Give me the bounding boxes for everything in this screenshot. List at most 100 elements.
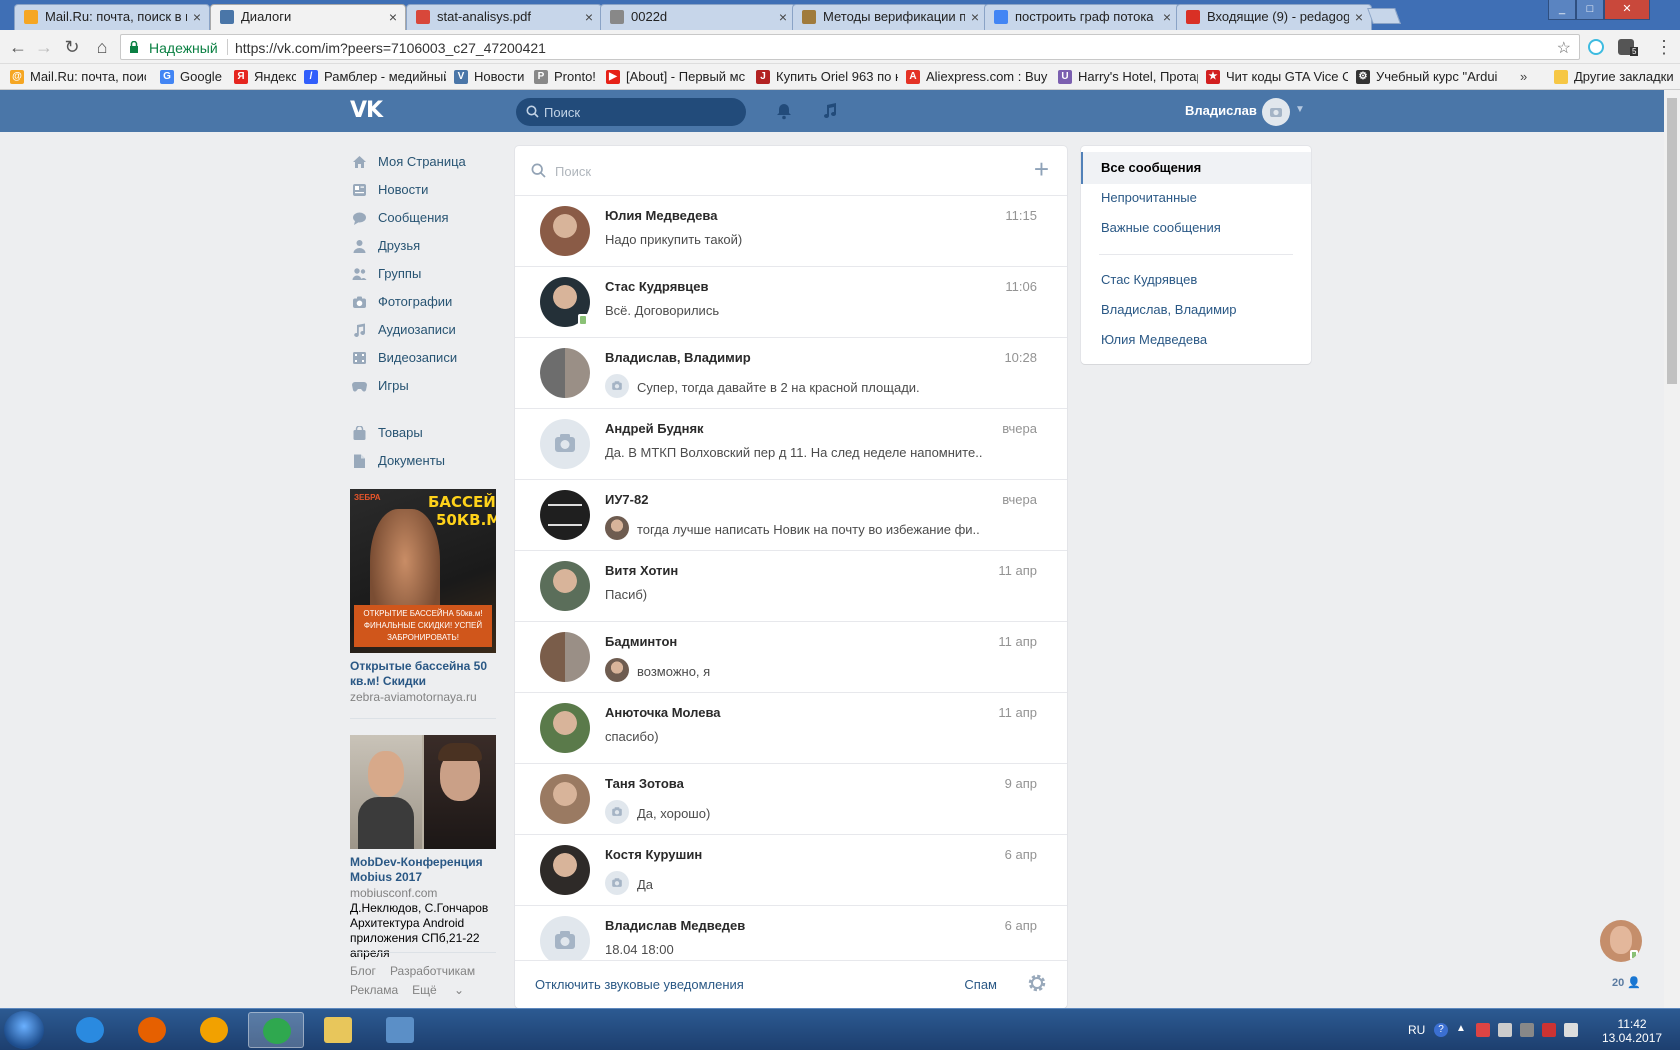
network-icon[interactable] — [1520, 1023, 1534, 1037]
bookmark-12[interactable]: ⚙ Учебный курс "Ardui — [1356, 68, 1504, 86]
bookmark-9[interactable]: A Aliexpress.com : Buy 1 — [906, 68, 1050, 86]
taskbar-app[interactable] — [372, 1012, 428, 1048]
nav-item-friends[interactable]: Друзья — [350, 232, 496, 260]
dialog-row[interactable]: Витя Хотин 11 апр Пасиб) — [515, 551, 1067, 622]
close-icon[interactable]: × — [1163, 5, 1171, 29]
windows-start-icon[interactable] — [4, 1011, 44, 1049]
chat-widget-avatar[interactable] — [1600, 920, 1642, 962]
dialog-search[interactable]: + — [515, 146, 1067, 196]
volume-icon[interactable] — [1564, 1023, 1578, 1037]
mute-notifications-link[interactable]: Отключить звуковые уведомления — [535, 977, 744, 992]
tab-7[interactable]: Входящие (9) - pedagog × — [1176, 4, 1372, 30]
bookmark-star-icon[interactable]: ☆ — [1557, 38, 1571, 58]
flag-icon[interactable] — [1542, 1023, 1556, 1037]
avatar[interactable] — [540, 490, 590, 540]
tab-3[interactable]: stat-analisys.pdf × — [406, 4, 602, 30]
nav-item-audio[interactable]: Аудиозаписи — [350, 316, 496, 344]
dialog-row[interactable]: Бадминтон 11 апр возможно, я — [515, 622, 1067, 693]
nav-item-messages[interactable]: Сообщения — [350, 204, 496, 232]
tray-error-icon[interactable] — [1476, 1023, 1490, 1037]
nav-item-video[interactable]: Видеозаписи — [350, 344, 496, 372]
nav-item-groups[interactable]: Группы — [350, 260, 496, 288]
taskbar-app[interactable] — [186, 1012, 242, 1048]
browser-menu-icon[interactable]: ⋮ — [1654, 37, 1674, 57]
avatar[interactable] — [1262, 98, 1290, 126]
bookmark-1[interactable]: @ Mail.Ru: почта, поиск — [10, 68, 146, 86]
back-icon[interactable]: ← — [8, 37, 28, 57]
forward-icon[interactable]: → — [34, 37, 54, 57]
spam-link[interactable]: Спам — [964, 977, 997, 992]
tray-device-icon[interactable] — [1498, 1023, 1512, 1037]
clock[interactable]: 11:42 13.04.2017 — [1602, 1017, 1662, 1045]
avatar[interactable] — [540, 419, 590, 469]
filter-important[interactable]: Важные сообщения — [1081, 212, 1311, 244]
avatar[interactable] — [540, 206, 590, 256]
avatar[interactable] — [540, 845, 590, 895]
bookmark-6[interactable]: P Pronto! — [534, 68, 598, 86]
tab-6[interactable]: построить граф потока × — [984, 4, 1180, 30]
address-bar[interactable]: Надежный https://vk.com/im?peers=7106003… — [120, 34, 1580, 60]
bell-icon[interactable] — [774, 101, 794, 121]
bookmark-10[interactable]: U Harry's Hotel, Протар — [1058, 68, 1198, 86]
scrollbar-thumb[interactable] — [1667, 98, 1677, 384]
ad-mobius-image[interactable] — [350, 735, 496, 849]
dialog-row[interactable]: Юлия Медведева 11:15 Надо прикупить такой) — [515, 196, 1067, 267]
avatar[interactable] — [540, 703, 590, 753]
user-name[interactable]: Владислав — [1185, 103, 1257, 118]
tab-2[interactable]: Диалоги × — [210, 4, 406, 30]
footer-link-developers[interactable]: Разработчикам — [390, 964, 475, 978]
tab-4[interactable]: 0022d × — [600, 4, 796, 30]
header-search[interactable] — [516, 98, 746, 126]
filter-unread[interactable]: Непрочитанные — [1081, 182, 1311, 214]
bookmark-8[interactable]: J Купить Oriel 963 по н — [756, 68, 898, 86]
help-icon[interactable]: ? — [1434, 1023, 1448, 1037]
avatar[interactable] — [540, 916, 590, 966]
chat-widget[interactable]: 20 👤 — [1600, 920, 1650, 989]
vk-logo[interactable]: VK — [350, 98, 383, 123]
home-icon[interactable]: ⌂ — [92, 37, 112, 57]
dialog-row[interactable]: Стас Кудрявцев 11:06 Всё. Договорились — [515, 267, 1067, 338]
avatar[interactable] — [540, 632, 590, 682]
dialog-row[interactable]: Костя Курушин 6 апр Да — [515, 835, 1067, 906]
bookmarks-overflow-icon[interactable]: » — [1520, 68, 1527, 86]
reload-icon[interactable]: ↻ — [62, 37, 82, 57]
bookmark-7[interactable]: ▶ [About] - Первый мс — [606, 68, 748, 86]
nav-item-documents[interactable]: Документы — [350, 447, 496, 475]
tab-1[interactable]: Mail.Ru: почта, поиск в и × — [14, 4, 210, 30]
language-indicator[interactable]: RU — [1408, 1023, 1425, 1037]
taskbar-app[interactable] — [124, 1012, 180, 1048]
avatar[interactable] — [540, 348, 590, 398]
close-icon[interactable]: × — [585, 5, 593, 29]
taskbar-app[interactable] — [248, 1012, 304, 1048]
nav-item-games[interactable]: Игры — [350, 372, 496, 400]
filter-all[interactable]: Все сообщения — [1081, 152, 1311, 184]
footer-link-more[interactable]: Ещё ⌄ — [412, 983, 478, 997]
dialog-search-input[interactable] — [555, 158, 995, 184]
extension-play-icon[interactable] — [1588, 39, 1604, 55]
nav-item-my-page[interactable]: Моя Страница — [350, 148, 496, 176]
avatar[interactable] — [540, 774, 590, 824]
filter-chat[interactable]: Владислав, Владимир — [1081, 294, 1311, 326]
filter-chat[interactable]: Стас Кудрявцев — [1081, 264, 1311, 296]
page-scrollbar[interactable] — [1664, 90, 1680, 1008]
footer-link-blog[interactable]: Блог — [350, 964, 376, 978]
footer-link-ads[interactable]: Реклама — [350, 983, 398, 997]
close-icon[interactable]: × — [193, 5, 201, 29]
bookmark-11[interactable]: ★ Чит коды GTA Vice C — [1206, 68, 1348, 86]
nav-item-goods[interactable]: Товары — [350, 419, 496, 447]
nav-item-news[interactable]: Новости — [350, 176, 496, 204]
new-conversation-plus-icon[interactable]: + — [1034, 156, 1049, 182]
ad-pool-title[interactable]: Открытые бассейна 50 кв.м! Скидки — [350, 659, 496, 689]
ad-pool-image[interactable]: ЗЕБРА БАССЕЙН 50КВ.М! ОТКРЫТИЕ БАССЕЙНА … — [350, 489, 496, 653]
minimize-icon[interactable]: _ — [1548, 0, 1576, 20]
filter-chat[interactable]: Юлия Медведева — [1081, 324, 1311, 356]
bookmark-3[interactable]: Я Яндекс — [234, 68, 296, 86]
bookmark-2[interactable]: G Google — [160, 68, 226, 86]
bookmark-4[interactable]: / Рамблер - медийный — [304, 68, 446, 86]
close-icon[interactable]: × — [779, 5, 787, 29]
url-text[interactable]: https://vk.com/im?peers=7106003_c27_4720… — [235, 40, 546, 56]
window-close-icon[interactable]: ✕ — [1604, 0, 1650, 20]
chevron-down-icon[interactable]: ▼ — [1295, 104, 1305, 115]
close-icon[interactable]: × — [1355, 5, 1363, 29]
gear-icon[interactable] — [1027, 973, 1047, 993]
